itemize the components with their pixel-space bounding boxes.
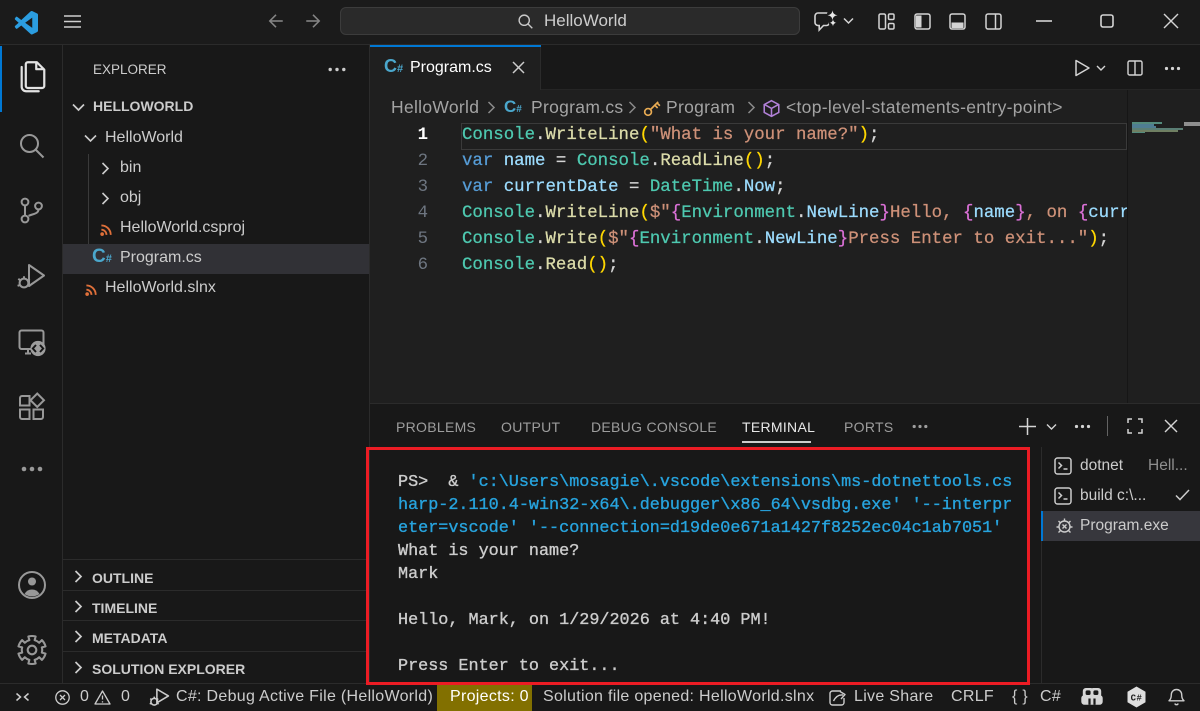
svg-text:C#: C#: [1131, 694, 1143, 704]
